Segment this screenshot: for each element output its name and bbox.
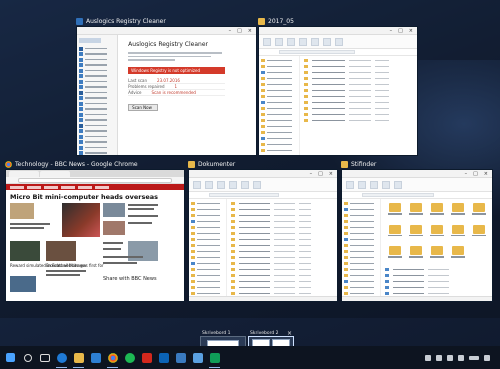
window-controls: – □ × [342,170,492,178]
keyboard-icon[interactable] [458,354,464,361]
window-title-bar: 2017_05 [258,16,418,26]
close-icon[interactable]: × [484,171,488,177]
file-list [302,56,417,155]
battery-icon[interactable] [447,354,453,361]
status-bar [342,296,492,301]
window-thumbnail-explorer-2017-05[interactable]: 2017_05 – □ × [258,16,418,156]
chrome-icon [5,160,12,168]
search-icon[interactable] [19,346,36,369]
window-content: – □ × [341,169,493,302]
alert-banner: Windows Registry is not optimized [128,66,225,74]
outlook-icon[interactable] [155,346,172,369]
window-title-bar: Auslogics Registry Cleaner [76,16,257,26]
maximize-icon[interactable]: □ [473,171,478,177]
volume-icon[interactable] [436,354,442,361]
browser-tabs[interactable] [6,170,184,177]
article-image [10,203,34,219]
store-icon[interactable] [87,346,104,369]
close-icon[interactable]: × [248,28,252,34]
window-controls: – □ × [77,27,256,35]
bbc-nav [6,184,184,190]
acrobat-icon[interactable] [138,346,155,369]
close-icon[interactable]: × [409,28,413,34]
folder-icon [258,17,265,25]
minimize-icon[interactable]: – [390,28,393,34]
article-image [10,276,36,292]
window-controls: – □ × [259,27,417,35]
article-image [62,203,100,237]
article-image [10,241,40,261]
folder-icon [341,160,348,168]
window-title: Auslogics Registry Cleaner [86,17,166,25]
navigation-pane [259,56,301,155]
window-controls: – □ × [189,170,337,178]
quick-access-grid [383,199,493,269]
window-title: Dokumenter [198,160,236,168]
article-image [46,241,76,261]
close-icon[interactable]: × [329,171,333,177]
app-logo [79,38,101,43]
desktop: Auslogics Registry Cleaner – □ × Auslogics… [0,0,500,369]
address-bar[interactable] [259,49,417,56]
window-title: Technology - BBC News - Google Chrome [15,160,138,168]
system-tray [425,354,500,361]
article-image [103,221,125,235]
navigation-pane [189,199,228,301]
minimize-icon[interactable]: – [465,171,468,177]
desktop-label: Skrivebord 2 [250,330,279,336]
app-sidebar [77,35,119,155]
article-caption[interactable]: Broader website was first for [46,263,104,268]
window-content: Micro Bit mini-computer heads overseas R… [5,169,185,302]
window-thumbnail-chrome[interactable]: Technology - BBC News - Google Chrome Mi… [5,159,185,302]
article-image [103,203,125,217]
maximize-icon[interactable]: □ [398,28,403,34]
windows-icon[interactable] [2,346,19,369]
article-headline: Micro Bit mini-computer heads overseas [10,193,159,201]
url-bar[interactable] [6,177,184,184]
window-title: Stifinder [351,160,377,168]
window-thumbnail-explorer-stifinder[interactable]: Stifinder – □ × [341,159,493,302]
taskbar [0,346,500,369]
maximize-icon[interactable]: □ [318,171,323,177]
window-title: 2017_05 [268,17,294,25]
clock-icon[interactable] [469,355,479,360]
notifications-icon[interactable] [484,354,490,361]
minimize-icon[interactable]: – [310,171,313,177]
maximize-icon[interactable]: □ [237,28,242,34]
task-view-icon[interactable] [36,346,53,369]
window-title-bar: Dokumenter [188,159,338,169]
edge-icon[interactable] [53,346,70,369]
address-bar[interactable] [189,192,337,199]
window-title-bar: Technology - BBC News - Google Chrome [5,159,185,169]
article-image [128,241,158,261]
app-icon[interactable] [172,346,189,369]
folder-icon [188,160,195,168]
chrome-icon[interactable] [104,346,121,369]
minimize-icon[interactable]: – [229,28,232,34]
spotify-icon[interactable] [121,346,138,369]
status-bar [189,296,337,301]
app2-icon[interactable] [206,346,223,369]
window-content: – □ × [188,169,338,302]
address-bar[interactable] [342,192,492,199]
ribbon [342,178,492,192]
ribbon [259,35,417,49]
navigation-pane [342,199,381,301]
registry-cleaner-icon [76,17,83,25]
window-thumbnail-registry-cleaner[interactable]: Auslogics Registry Cleaner – □ × Auslogics… [76,16,257,156]
window-thumbnail-explorer-dokumenter[interactable]: Dokumenter – □ × [188,159,338,302]
scan-now-button[interactable]: Scan Now [128,103,159,111]
app-heading: Auslogics Registry Cleaner [128,41,208,48]
stat-row: Advice Scan is recommended [128,90,225,96]
ribbon [189,178,337,192]
network-icon[interactable] [425,354,431,361]
window-content: – □ × Auslogics Registry Cleaner Windows R… [76,26,257,156]
share-heading: Share with BBC News [103,276,157,282]
window-title-bar: Stifinder [341,159,493,169]
app-main: Auslogics Registry Cleaner Windows Regis… [118,35,256,155]
folder-icon[interactable] [70,346,87,369]
image-icon[interactable] [189,346,206,369]
window-content: – □ × [258,26,418,156]
file-list [229,199,337,301]
